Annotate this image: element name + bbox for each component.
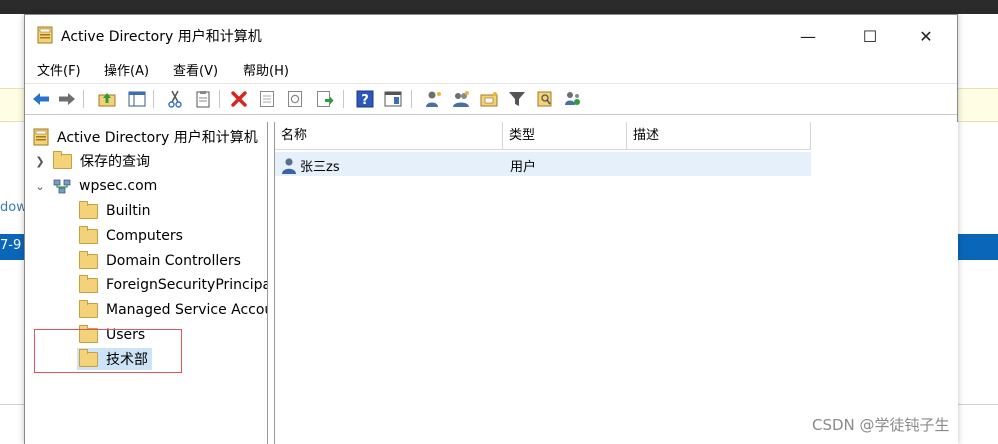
domain-icon <box>53 179 71 194</box>
view-icon <box>384 91 402 107</box>
tree-item-label: 保存的查询 <box>80 154 150 170</box>
toolbar-separator <box>153 90 154 108</box>
menu-file[interactable]: 文件(F) <box>37 60 81 79</box>
svg-text:?: ? <box>361 93 369 108</box>
tree-item-saved-queries[interactable]: ❯ 保存的查询 <box>35 150 150 172</box>
tree-item-builtin[interactable]: Builtin <box>79 200 151 222</box>
details-pane[interactable]: 名称 类型 描述 张三zs 用户 <box>274 122 958 444</box>
column-header-description[interactable]: 描述 <box>627 122 811 150</box>
chevron-right-icon[interactable]: ❯ <box>35 155 45 168</box>
minimize-icon: — <box>800 26 816 46</box>
forward-arrow-icon <box>59 93 75 105</box>
tree-root-label: Active Directory 用户和计算机 <box>57 130 258 146</box>
list-cell-name: 张三zs <box>281 156 340 175</box>
new-user-icon <box>426 91 441 107</box>
filter-button[interactable] <box>507 89 527 109</box>
properties-icon <box>260 91 274 107</box>
tree-item-domain-controllers[interactable]: Domain Controllers <box>79 250 241 272</box>
toolbar: ? <box>25 83 957 115</box>
menu-bar: 文件(F) 操作(A) 查看(V) 帮助(H) <box>25 55 957 81</box>
window-title: Active Directory 用户和计算机 <box>61 29 262 45</box>
toolbar-separator <box>219 90 220 108</box>
title-bar[interactable]: Active Directory 用户和计算机 — ☐ ✕ <box>25 15 957 55</box>
maximize-icon: ☐ <box>862 26 878 46</box>
tree-item-foreign-security-principals[interactable]: ForeignSecurityPrincipals <box>79 274 268 296</box>
help-icon: ? <box>356 90 374 108</box>
tree-item-label: ForeignSecurityPrincipals <box>106 277 268 293</box>
console-tree[interactable]: Active Directory 用户和计算机 ❯ 保存的查询 ⌄ wpsec.… <box>25 122 268 444</box>
new-group-icon <box>453 91 469 107</box>
user-name: 张三zs <box>300 160 340 175</box>
find-button[interactable] <box>535 89 555 109</box>
new-ou-icon <box>480 92 498 107</box>
cut-icon <box>168 90 182 108</box>
aduc-window: Active Directory 用户和计算机 — ☐ ✕ 文件(F) 操作(A… <box>24 14 958 444</box>
add-to-group-button[interactable] <box>563 89 583 109</box>
background-selected-text: 7-9 <box>0 238 22 253</box>
annotation-highlight-box <box>34 329 182 373</box>
close-icon: ✕ <box>919 26 933 46</box>
close-button[interactable]: ✕ <box>903 23 949 49</box>
refresh-button[interactable] <box>285 89 305 109</box>
folder-icon <box>53 150 72 169</box>
export-list-icon <box>317 91 334 107</box>
new-ou-button[interactable] <box>479 89 499 109</box>
filter-icon <box>509 92 525 106</box>
column-header-type[interactable]: 类型 <box>503 122 627 150</box>
forward-button[interactable] <box>57 89 77 109</box>
toolbar-separator <box>83 90 84 108</box>
tree-item-managed-service-accounts[interactable]: Managed Service Accounts <box>79 299 267 321</box>
add-to-group-icon <box>565 92 580 105</box>
view-button[interactable] <box>383 89 403 109</box>
tree-item-domain[interactable]: ⌄ wpsec.com <box>35 175 157 197</box>
delete-icon <box>231 91 247 107</box>
find-icon <box>537 91 552 107</box>
cut-button[interactable] <box>165 89 185 109</box>
ou-folder-icon <box>79 250 98 269</box>
export-list-button[interactable] <box>315 89 335 109</box>
tree-root[interactable]: Active Directory 用户和计算机 <box>33 126 258 148</box>
folder-icon <box>79 200 98 219</box>
toolbar-separator <box>411 90 412 108</box>
chevron-down-icon[interactable]: ⌄ <box>35 180 45 193</box>
tree-item-label: wpsec.com <box>79 178 158 194</box>
maximize-button[interactable]: ☐ <box>847 23 893 49</box>
list-item[interactable]: 张三zs 用户 <box>275 152 811 176</box>
show-hide-tree-button[interactable] <box>127 89 147 109</box>
watermark-text: CSDN @学徒钝子生 <box>812 416 950 434</box>
tree-item-label: Domain Controllers <box>106 253 241 269</box>
properties-button[interactable] <box>257 89 277 109</box>
folder-icon <box>79 274 98 293</box>
tree-item-computers[interactable]: Computers <box>79 225 183 247</box>
menu-help[interactable]: 帮助(H) <box>243 60 289 79</box>
toolbar-separator <box>343 90 344 108</box>
background-text-fragment: dow <box>0 200 27 215</box>
copy-icon <box>196 91 210 108</box>
aduc-root-icon <box>33 128 49 146</box>
show-tree-icon <box>128 91 146 107</box>
menu-view[interactable]: 查看(V) <box>173 60 218 79</box>
copy-button[interactable] <box>193 89 213 109</box>
folder-icon <box>79 225 98 244</box>
help-button[interactable]: ? <box>355 89 375 109</box>
folder-icon <box>79 299 98 318</box>
user-icon <box>282 157 296 174</box>
back-button[interactable] <box>31 89 51 109</box>
minimize-button[interactable]: — <box>785 23 831 49</box>
tree-item-label: Managed Service Accounts <box>106 302 267 318</box>
background-top-bar <box>0 0 998 14</box>
tree-item-label: Builtin <box>106 203 151 219</box>
up-one-level-button[interactable] <box>97 89 117 109</box>
up-folder-icon <box>98 93 116 107</box>
delete-button[interactable] <box>229 89 249 109</box>
tree-item-label: Computers <box>106 228 183 244</box>
list-cell-type: 用户 <box>510 160 537 175</box>
refresh-icon <box>288 91 302 107</box>
column-header-name[interactable]: 名称 <box>275 122 503 150</box>
back-arrow-icon <box>33 93 49 105</box>
menu-action[interactable]: 操作(A) <box>104 60 149 79</box>
new-group-button[interactable] <box>451 89 471 109</box>
aduc-app-icon <box>37 26 53 44</box>
new-user-button[interactable] <box>423 89 443 109</box>
